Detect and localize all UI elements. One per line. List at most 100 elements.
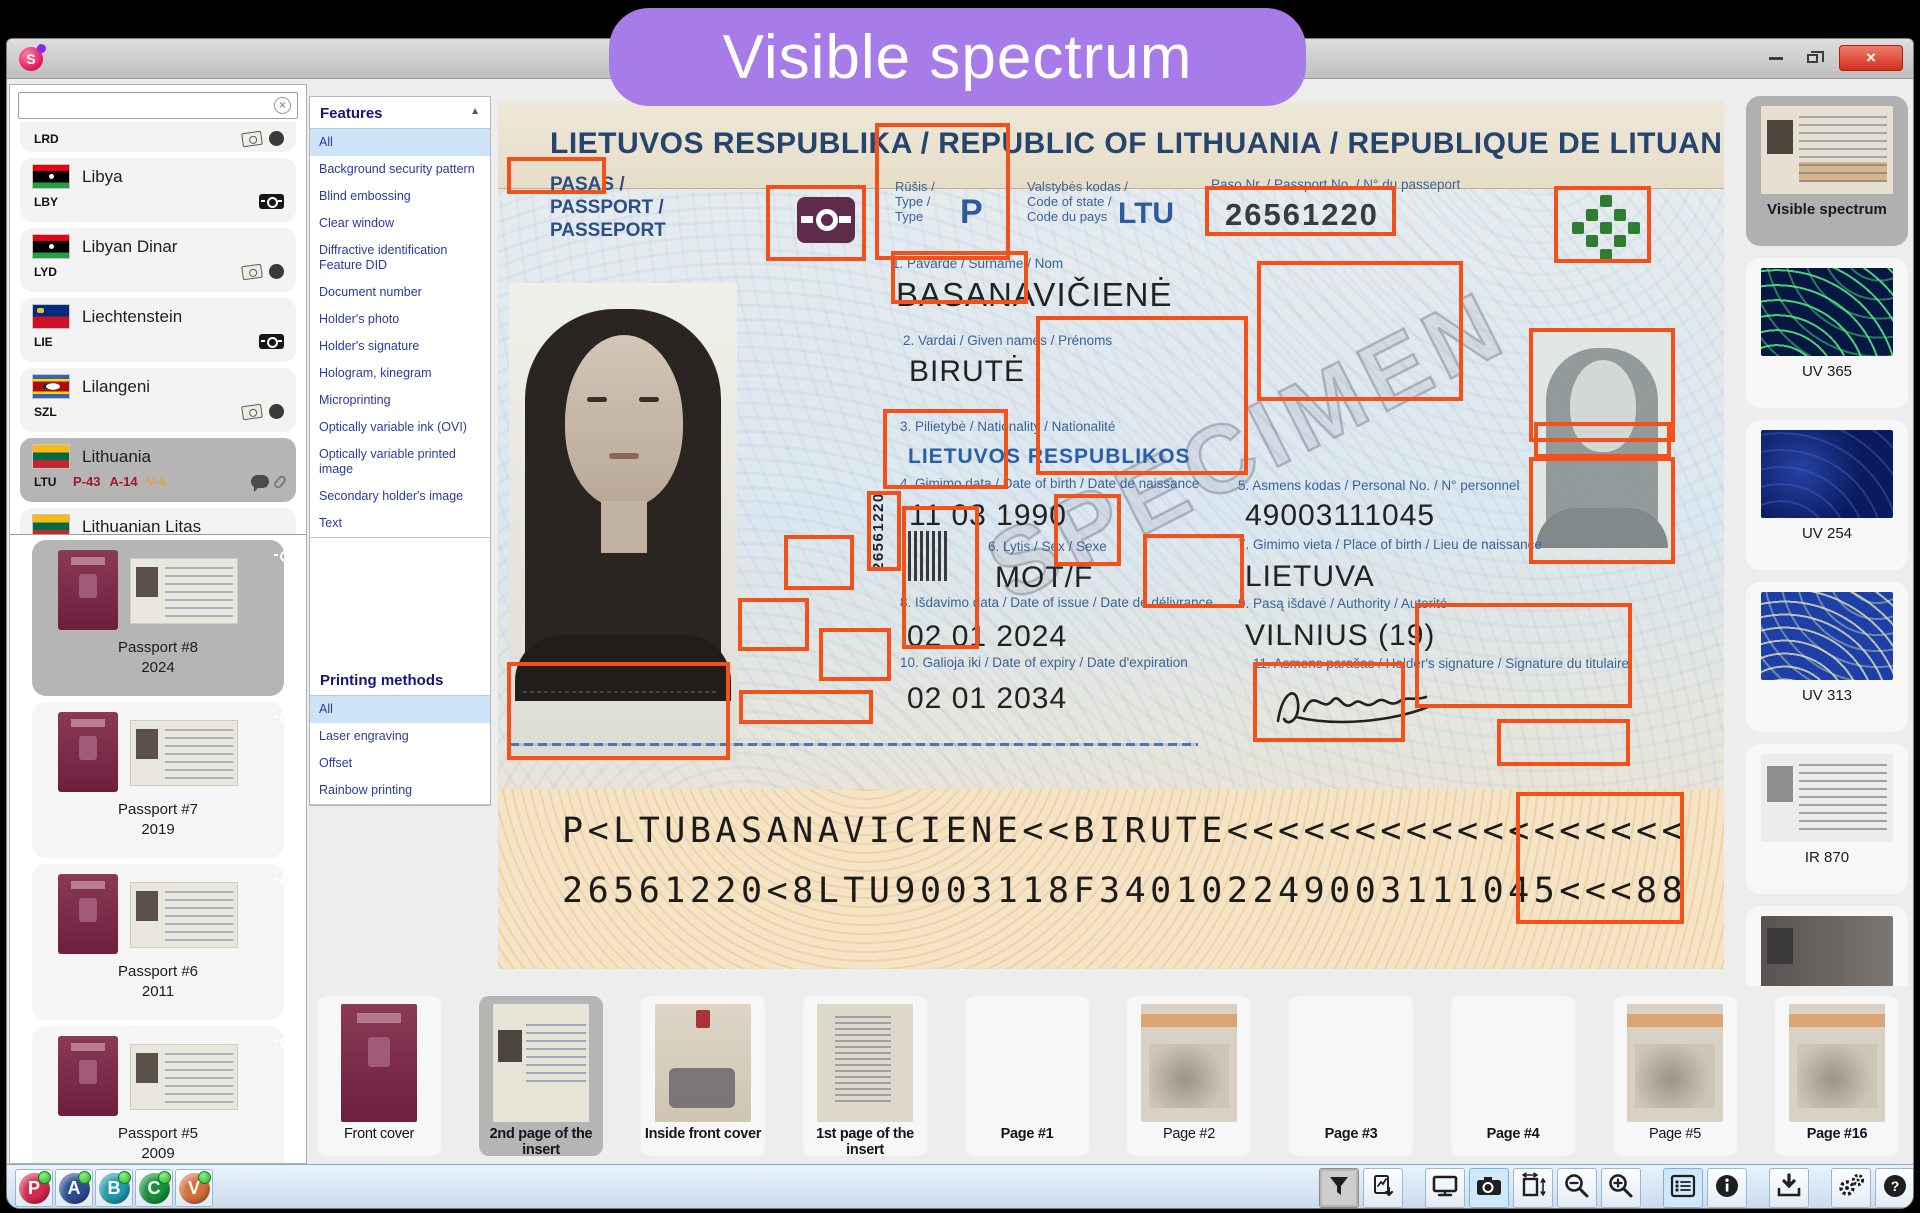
page-label: Page #1 xyxy=(965,1126,1089,1142)
page-card[interactable]: Front cover xyxy=(317,996,441,1156)
passport-version-year: 2024 xyxy=(32,658,284,678)
country-name: Lithuanian Litas xyxy=(82,517,201,535)
page-card[interactable]: 1st page of the insert xyxy=(803,996,927,1156)
features-title: Features xyxy=(320,105,383,122)
country-row-top: Lithuanian Litas xyxy=(32,514,284,534)
light-source-card[interactable] xyxy=(1746,906,1908,986)
passport-cover-thumbnail xyxy=(58,712,118,792)
light-source-card[interactable]: UV 254 xyxy=(1746,420,1908,570)
country-code: LTU xyxy=(34,475,64,489)
collapse-icon[interactable]: ▲ xyxy=(470,106,480,117)
page-card[interactable]: Page #2 xyxy=(1127,996,1251,1156)
highlight-pasas xyxy=(507,157,606,194)
page-card[interactable]: 2nd page of the insert xyxy=(479,996,603,1156)
printing-item[interactable]: All xyxy=(310,696,490,723)
monitor-button[interactable] xyxy=(1425,1168,1465,1208)
doc-type-letter: C xyxy=(139,1173,170,1204)
printing-item[interactable]: Rainbow printing xyxy=(310,777,490,804)
light-source-card[interactable]: Visible spectrum xyxy=(1746,96,1908,246)
page-label: 1st page of the insert xyxy=(803,1126,927,1158)
camera-button[interactable] xyxy=(1469,1168,1509,1208)
light-source-card[interactable]: UV 313 xyxy=(1746,582,1908,732)
page-card[interactable]: Page #5 xyxy=(1613,996,1737,1156)
lithuania-flag-icon xyxy=(32,514,70,534)
field-value: BIRUTĖ xyxy=(909,355,1025,389)
report-export-icon xyxy=(1370,1173,1396,1204)
features-item[interactable]: Document number xyxy=(310,279,490,306)
features-item[interactable]: Clear window xyxy=(310,210,490,237)
row-icons xyxy=(242,264,284,279)
page-card[interactable]: Page #1 xyxy=(965,996,1089,1156)
features-item[interactable]: Secondary holder's image xyxy=(310,483,490,510)
highlight-place-of-birth xyxy=(1143,534,1244,608)
light-source-card[interactable]: IR 870 xyxy=(1746,744,1908,894)
features-item[interactable]: Holder's signature xyxy=(310,333,490,360)
download-button[interactable] xyxy=(1769,1168,1809,1208)
highlight-photo-bottom-right xyxy=(739,690,873,724)
version-tag: A-14 xyxy=(109,474,137,489)
panel-spacer xyxy=(310,538,490,664)
info-button[interactable] xyxy=(1707,1168,1747,1208)
coin-icon xyxy=(269,264,284,279)
search-input[interactable] xyxy=(25,95,265,116)
doc-type-button-v[interactable]: V xyxy=(175,1169,213,1207)
doc-type-button-a[interactable]: A xyxy=(55,1169,93,1207)
zoom-in-button[interactable] xyxy=(1601,1168,1641,1208)
features-item[interactable]: Hologram, kinegram xyxy=(310,360,490,387)
light-source-thumbnail xyxy=(1761,268,1893,356)
page-card[interactable]: Page #16 xyxy=(1775,996,1899,1156)
light-source-thumbnail xyxy=(1761,592,1893,680)
highlight-photo-area-3 xyxy=(819,628,891,681)
features-item[interactable]: Text xyxy=(310,510,490,537)
features-header[interactable]: Features ▲ xyxy=(310,97,490,128)
features-item[interactable]: All xyxy=(310,129,490,156)
country-row-bottom: LRD xyxy=(32,131,284,146)
country-list-item[interactable]: Libyan DinarLYD xyxy=(20,228,296,292)
doc-type-button-b[interactable]: B xyxy=(95,1169,133,1207)
printing-methods-header[interactable]: Printing methods xyxy=(310,664,490,695)
list-view-button[interactable] xyxy=(1663,1168,1703,1208)
country-list-item[interactable]: LiechtensteinLIE xyxy=(20,298,296,362)
page-card[interactable]: Inside front cover xyxy=(641,996,765,1156)
features-item[interactable]: Holder's photo xyxy=(310,306,490,333)
document-image[interactable]: LIETUVOS RESPUBLIKA / REPUBLIC OF LITHUA… xyxy=(498,101,1724,969)
page-thumbnail xyxy=(493,1004,589,1122)
features-item[interactable]: Blind embossing xyxy=(310,183,490,210)
zoom-out-button[interactable] xyxy=(1557,1168,1597,1208)
printing-methods-title: Printing methods xyxy=(320,672,443,689)
country-list-item[interactable]: LRD xyxy=(20,122,296,152)
page-size-button[interactable] xyxy=(1513,1168,1553,1208)
settings-button[interactable] xyxy=(1831,1168,1871,1208)
doc-type-button-p[interactable]: P xyxy=(15,1169,53,1207)
country-list-item[interactable]: Lithuanian LitasLTL xyxy=(20,508,296,534)
light-source-card[interactable]: UV 365 xyxy=(1746,258,1908,408)
page-thumbnail xyxy=(1141,1004,1237,1122)
features-item[interactable]: Microprinting xyxy=(310,387,490,414)
report-export-button[interactable] xyxy=(1363,1168,1403,1208)
page-card[interactable]: Page #3 xyxy=(1289,996,1413,1156)
features-item[interactable]: Background security pattern xyxy=(310,156,490,183)
bubble-icon xyxy=(251,475,269,488)
features-item[interactable]: Optically variable ink (OVI) xyxy=(310,414,490,441)
light-source-thumbnail xyxy=(1761,106,1893,194)
search-clear-icon[interactable]: × xyxy=(274,97,291,114)
filter-button[interactable] xyxy=(1319,1168,1359,1208)
features-item[interactable]: Diffractive identification Feature DID xyxy=(310,237,490,279)
printing-item[interactable]: Offset xyxy=(310,750,490,777)
page-card[interactable]: Page #4 xyxy=(1451,996,1575,1156)
restore-button[interactable] xyxy=(1797,45,1827,71)
printing-item[interactable]: Laser engraving xyxy=(310,723,490,750)
country-list-item[interactable]: LithuaniaLTUP-43A-14V-6 xyxy=(20,438,296,502)
passport-version-card[interactable]: Passport #82024 xyxy=(32,540,284,696)
features-item[interactable]: Optically variable printed image xyxy=(310,441,490,483)
country-list-item[interactable]: LibyaLBY xyxy=(20,158,296,222)
country-list-item[interactable]: LilangeniSZL xyxy=(20,368,296,432)
help-button[interactable]: ? xyxy=(1875,1168,1914,1208)
passport-version-card[interactable]: Passport #72019 xyxy=(32,702,284,858)
doc-type-button-c[interactable]: C xyxy=(135,1169,173,1207)
highlight-photo-bottom xyxy=(507,662,730,760)
passport-page-thumbnail xyxy=(130,882,238,948)
minimize-button[interactable] xyxy=(1761,45,1791,71)
state-code-label: Valstybės kodas / Code of state / Code d… xyxy=(1027,179,1128,224)
close-button[interactable]: × xyxy=(1839,45,1903,71)
